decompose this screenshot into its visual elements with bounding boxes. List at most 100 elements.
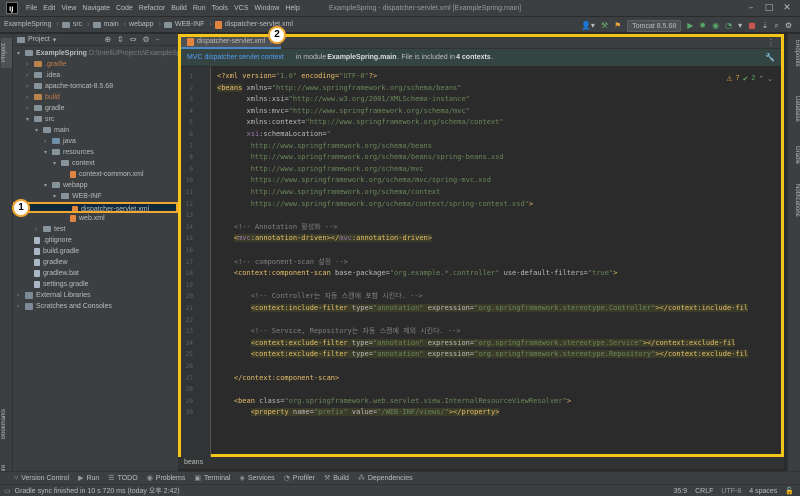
menu-vcs[interactable]: VCS [234,5,248,12]
tool-profiler[interactable]: ◔ Profiler [284,474,315,482]
code-line[interactable]: <!-- component-scan 설정 --> [217,257,348,268]
menu-refactor[interactable]: Refactor [139,5,165,12]
tool-services[interactable]: ◈ Services [239,474,274,482]
tree-item[interactable]: build.gradle [13,246,178,257]
expand-arrow-icon[interactable]: ▾ [17,48,25,59]
expand-arrow-icon[interactable]: › [44,136,52,147]
stop-icon[interactable]: ■ [748,21,756,30]
caret-position[interactable]: 35:9 [674,488,688,495]
lock-icon[interactable]: 🔓 [785,487,794,495]
expand-arrow-icon[interactable]: › [26,81,34,92]
profile-icon[interactable]: ◔ [725,21,732,30]
tree-item[interactable]: ▾ ExampleSpring D:\IntelliJProjects\Examp… [13,48,178,59]
tree-item[interactable]: .gitignore [13,235,178,246]
code-line[interactable]: xsi:schemaLocation=" [217,129,331,140]
hammer-icon[interactable]: ⚒ [601,21,608,30]
menu-view[interactable]: View [61,5,76,12]
code-line[interactable]: xmlns:mvc="http://www.springframework.or… [217,106,470,117]
editor-breadcrumb[interactable]: beans [178,457,784,469]
menu-run[interactable]: Run [193,5,206,12]
menu-window[interactable]: Window [254,5,279,12]
tree-item[interactable]: › build [13,92,178,103]
tree-item[interactable]: ▾ main [13,125,178,136]
code-line[interactable]: <context:exclude-filter type="annotation… [217,349,749,360]
tree-item[interactable]: gradlew [13,257,178,268]
tree-item[interactable]: gradlew.bat [13,268,178,279]
menu-tools[interactable]: Tools [212,5,228,12]
indent-setting[interactable]: 4 spaces [749,488,777,495]
expand-arrow-icon[interactable]: › [17,290,25,301]
expand-arrow-icon[interactable]: ▾ [53,158,61,169]
run-icon[interactable]: ▶ [687,21,693,30]
context-link[interactable]: MVC dispatcher servlet context [187,54,284,61]
tree-item[interactable]: settings.gradle [13,279,178,290]
tree-item[interactable]: › java [13,136,178,147]
breadcrumb-webapp[interactable]: webapp [129,21,154,28]
tool-todo[interactable]: ☰ TODO [108,474,137,482]
code-line[interactable]: <property name="prefix" value="/WEB-INF/… [217,407,500,418]
code-line[interactable]: http://www.springframework.org/schema/mv… [217,164,424,175]
minimize-icon[interactable]: – [744,2,758,14]
expand-arrow-icon[interactable]: › [26,103,34,114]
tree-item[interactable]: › .idea [13,70,178,81]
code-line[interactable]: <!-- Service, Repository는 자동 스캔에 제외 시킨다.… [217,326,461,337]
code-line[interactable]: <!-- Annotation 활성화 --> [217,222,338,233]
breadcrumb-file[interactable]: dispatcher-servlet.xml [225,21,293,28]
project-view-select[interactable]: Project [28,36,50,43]
code-line[interactable]: </context:component-scan> [217,373,339,384]
endpoints-tool-tab[interactable]: Endpoints [789,40,800,86]
menu-help[interactable]: Help [285,5,299,12]
tree-item[interactable]: ▾ webapp [13,180,178,191]
search-icon[interactable]: ⌕ [774,21,778,31]
collapse-all-icon[interactable]: ⇔ [130,35,137,44]
code-line[interactable]: <context:exclude-filter type="annotation… [217,338,736,349]
expand-arrow-icon[interactable]: › [26,59,34,70]
notifications-tool-tab[interactable]: Notifications [789,184,800,234]
tab-menu-icon[interactable]: ⋮ [767,38,775,47]
tree-item[interactable]: ▾ resources [13,147,178,158]
tab-dispatcher-servlet[interactable]: dispatcher-servlet.xml ✕ [181,36,281,49]
code-line[interactable]: http://www.springframework.org/schema/be… [217,141,432,152]
chevron-down-icon[interactable]: ▾ [53,36,57,44]
menu-edit[interactable]: Edit [43,5,55,12]
breadcrumb-web-inf[interactable]: WEB-INF [175,21,205,28]
tree-item[interactable]: › apache-tomcat-8.5.68 [13,81,178,92]
code-line[interactable]: <context:include-filter type="annotation… [217,303,749,314]
select-opened-file-icon[interactable]: ⊕ [104,35,111,44]
code-line[interactable]: http://www.springframework.org/schema/be… [217,152,504,163]
tree-item[interactable]: ▾ WEB-INF [13,191,178,202]
chevron-up-icon[interactable]: ⌃ [758,75,764,83]
tree-item[interactable]: context-common.xml [13,169,178,180]
inspection-widget[interactable]: ⚠ 7 ✔ 2 ⌃ ⌄ [726,75,773,83]
tree-item[interactable]: › test [13,224,178,235]
expand-arrow-icon[interactable]: › [17,301,25,312]
expand-arrow-icon[interactable]: ▾ [35,125,43,136]
gear-icon[interactable]: ⚙ [142,35,149,44]
code-line[interactable]: <bean class="org.springframework.web.ser… [217,396,571,407]
wrench-icon[interactable]: 🔧 [765,53,775,62]
maximize-icon[interactable]: □ [762,2,776,14]
tool-dependencies[interactable]: ⁂ Dependencies [358,474,413,482]
code-line[interactable]: <beans xmlns="http://www.springframework… [217,83,461,94]
project-tool-tab[interactable]: Project [1,38,12,68]
tool-terminal[interactable]: ▣ Terminal [194,474,230,482]
expand-arrow-icon[interactable]: ▾ [44,147,52,158]
tool-version-control[interactable]: ⑂ Version Control [14,474,69,482]
coverage-icon[interactable]: ◉ [712,21,719,30]
expand-arrow-icon[interactable]: ▾ [53,191,61,202]
bookmarks-tool-tab[interactable]: Bookmarks [1,404,12,444]
status-toggle-icon[interactable]: ▭ [4,487,11,495]
status-message[interactable]: Gradle sync finished in 10 s 720 ms (tod… [15,486,180,496]
tool-build[interactable]: ⚒ Build [324,474,349,482]
expand-arrow-icon[interactable]: › [26,92,34,103]
code-line[interactable]: xmlns:context="http://www.springframewor… [217,117,504,128]
expand-arrow-icon[interactable]: ▾ [26,114,34,125]
expand-all-icon[interactable]: ⇕ [117,35,124,44]
tree-item[interactable]: web.xml [13,213,178,224]
debug-icon[interactable]: ✹ [699,21,706,30]
code-line[interactable]: <?xml version="1.0" encoding="UTF-8"?> [217,71,377,82]
tree-item[interactable]: › .gradle [13,59,178,70]
gradle-tool-tab[interactable]: Gradle [789,146,800,176]
menu-build[interactable]: Build [171,5,187,12]
menu-file[interactable]: File [26,5,37,12]
